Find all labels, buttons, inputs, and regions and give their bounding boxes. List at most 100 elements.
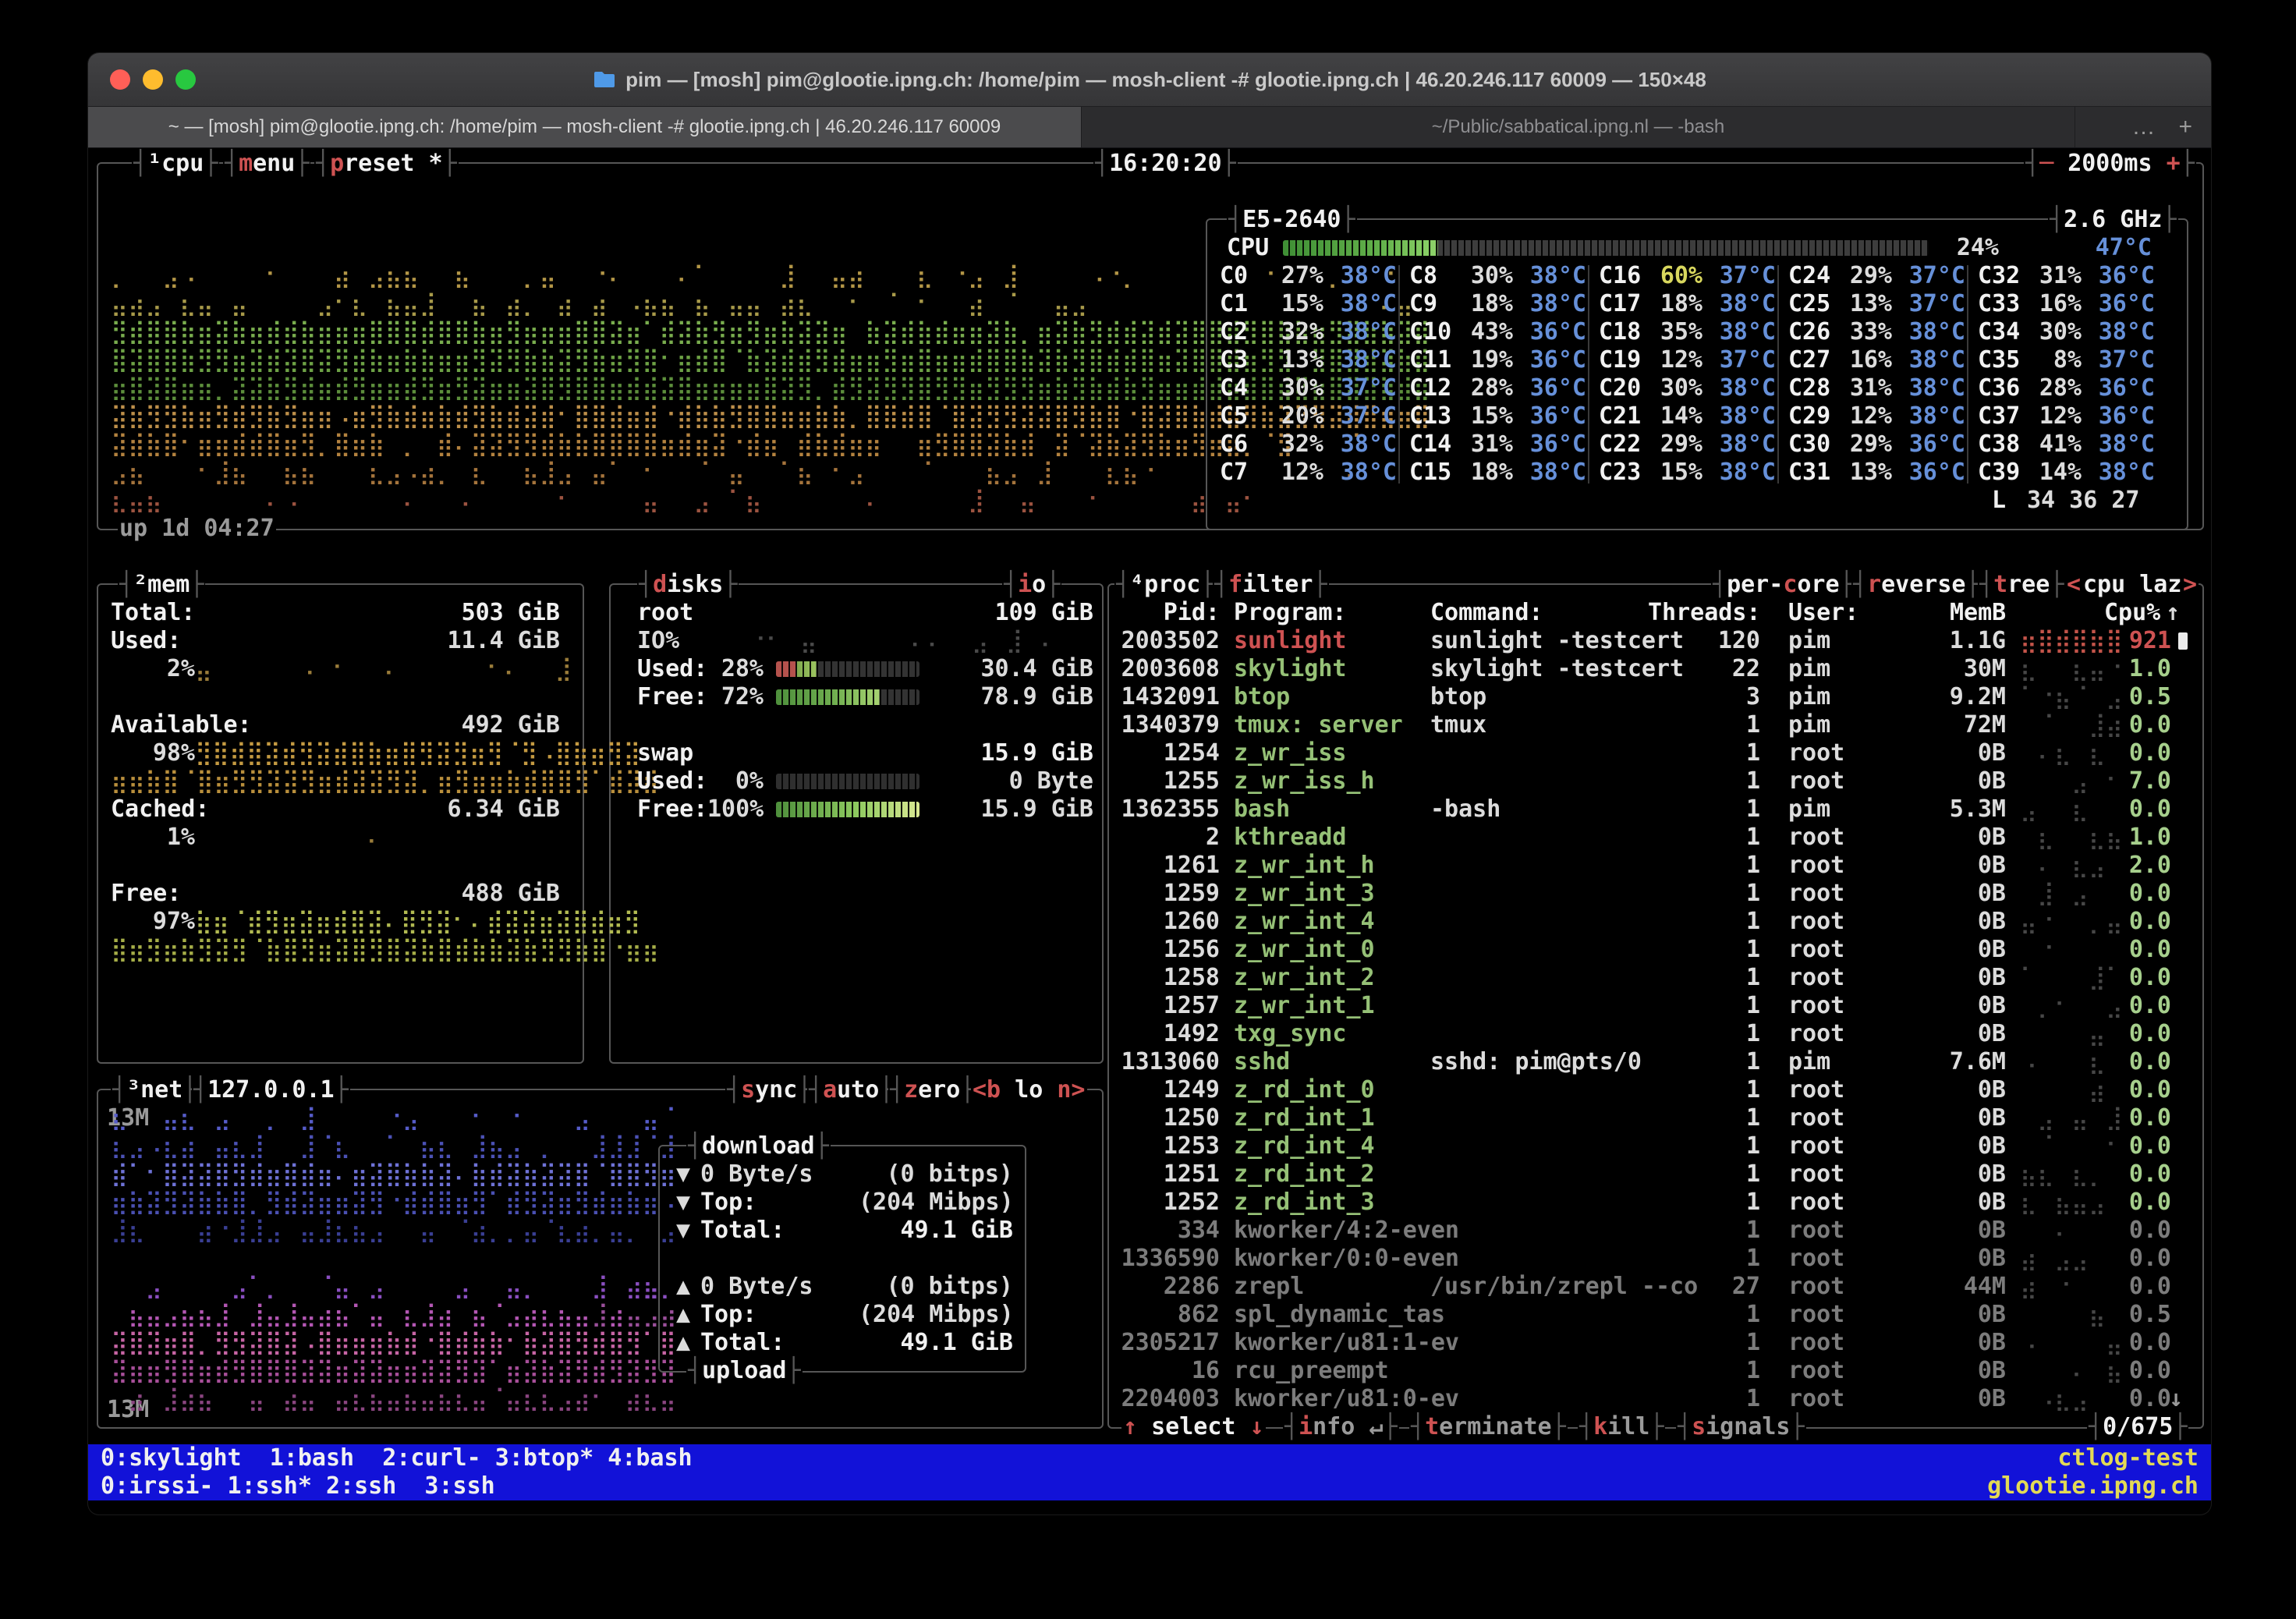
- reverse-toggle[interactable]: ┤reverse├: [1851, 571, 1982, 599]
- proc-header-program[interactable]: Program:: [1234, 599, 1347, 627]
- proc-box-title[interactable]: ┤⁴proc├: [1114, 571, 1216, 599]
- sort-prev-arrow[interactable]: <: [2065, 571, 2082, 599]
- proc-program[interactable]: z_wr_int_h: [1234, 852, 1375, 880]
- proc-pid[interactable]: 1256: [1107, 936, 1220, 964]
- tab-bash-session[interactable]: ~/Public/sabbatical.ipng.nl — -bash: [1082, 107, 2075, 147]
- proc-pid[interactable]: 1336590: [1107, 1245, 1220, 1273]
- proc-program[interactable]: tmux: server: [1234, 711, 1403, 739]
- proc-program[interactable]: bash: [1234, 795, 1290, 824]
- proc-pid[interactable]: 1251: [1107, 1160, 1220, 1189]
- proc-pid[interactable]: 16: [1107, 1357, 1220, 1385]
- proc-pid[interactable]: 2305217: [1107, 1329, 1220, 1357]
- new-tab-button[interactable]: +: [2178, 114, 2192, 140]
- proc-program[interactable]: sunlight: [1234, 627, 1347, 655]
- proc-pid[interactable]: 1340379: [1107, 711, 1220, 739]
- per-core-toggle[interactable]: ┤per-core├: [1711, 571, 1855, 599]
- net-sync-toggle[interactable]: ┤sync├: [725, 1076, 813, 1104]
- scroll-down-indicator[interactable]: ↓: [2169, 1385, 2183, 1413]
- proc-pid[interactable]: 1259: [1107, 880, 1220, 908]
- proc-program[interactable]: kworker/4:2-even: [1234, 1217, 1459, 1245]
- refresh-rate-control[interactable]: ┤─ 2000ms +├: [2024, 150, 2196, 178]
- net-auto-toggle[interactable]: ┤auto├: [807, 1076, 895, 1104]
- tree-toggle[interactable]: ┤tree├: [1978, 571, 2065, 599]
- proc-program[interactable]: skylight: [1234, 655, 1347, 683]
- preset-button[interactable]: ┤preset *├: [314, 150, 459, 178]
- proc-pid[interactable]: 1249: [1107, 1076, 1220, 1104]
- proc-program[interactable]: kthreadd: [1234, 824, 1347, 852]
- proc-pid[interactable]: 1313060: [1107, 1048, 1220, 1076]
- window-titlebar[interactable]: pim — [mosh] pim@glootie.ipng.ch: /home/…: [88, 53, 2211, 107]
- screen-window-list[interactable]: 0:irssi- 1:ssh* 2:ssh 3:ssh: [101, 1472, 495, 1500]
- proc-program[interactable]: kworker/u81:1-ev: [1234, 1329, 1459, 1357]
- proc-pid[interactable]: 1432091: [1107, 683, 1220, 711]
- minimize-button[interactable]: [143, 69, 163, 90]
- proc-program[interactable]: btop: [1234, 683, 1290, 711]
- proc-program[interactable]: txg_sync: [1234, 1020, 1347, 1048]
- proc-header-threads[interactable]: Threads:: [1648, 599, 1760, 627]
- net-interface-switch[interactable]: <b lo n>: [971, 1076, 1087, 1104]
- filter-button[interactable]: ┤filter├: [1213, 571, 1329, 599]
- proc-pid[interactable]: 2286: [1107, 1273, 1220, 1301]
- proc-header-cpu[interactable]: Cpu%: [2104, 599, 2160, 627]
- proc-pid[interactable]: 1258: [1107, 964, 1220, 992]
- proc-program[interactable]: kworker/0:0-even: [1234, 1245, 1459, 1273]
- proc-pid[interactable]: 1257: [1107, 992, 1220, 1020]
- tmux-window-list[interactable]: 0:skylight 1:bash 2:curl- 3:btop* 4:bash: [101, 1444, 693, 1472]
- io-mode-toggle[interactable]: ┤io├: [1002, 571, 1061, 599]
- disks-box-title[interactable]: ┤disks├: [637, 571, 739, 599]
- proc-program[interactable]: z_wr_int_4: [1234, 908, 1375, 936]
- proc-pid[interactable]: 1362355: [1107, 795, 1220, 824]
- proc-pid[interactable]: 1254: [1107, 739, 1220, 767]
- proc-program[interactable]: zrepl: [1234, 1273, 1304, 1301]
- proc-program[interactable]: z_wr_iss: [1234, 739, 1347, 767]
- close-button[interactable]: [110, 69, 130, 90]
- proc-pid[interactable]: 2204003: [1107, 1385, 1220, 1413]
- proc-pid[interactable]: 862: [1107, 1301, 1220, 1329]
- proc-program[interactable]: z_rd_int_1: [1234, 1104, 1375, 1132]
- sort-next-arrow[interactable]: >: [2181, 571, 2199, 599]
- cpu-box-title[interactable]: ┤¹cpu├: [132, 150, 219, 178]
- proc-program[interactable]: z_wr_int_2: [1234, 964, 1375, 992]
- proc-program[interactable]: z_rd_int_2: [1234, 1160, 1375, 1189]
- proc-program[interactable]: z_wr_int_3: [1234, 880, 1375, 908]
- proc-program[interactable]: sshd: [1234, 1048, 1290, 1076]
- signals-button[interactable]: ┤signals├: [1676, 1413, 1806, 1441]
- proc-pid[interactable]: 334: [1107, 1217, 1220, 1245]
- menu-button[interactable]: ┤menu├: [223, 150, 310, 178]
- proc-pid[interactable]: 1492: [1107, 1020, 1220, 1048]
- proc-pid[interactable]: 2: [1107, 824, 1220, 852]
- screen-status-bar[interactable]: 0:irssi- 1:ssh* 2:ssh 3:ssh glootie.ipng…: [88, 1472, 2211, 1500]
- select-nav[interactable]: ↑ select ↓: [1121, 1413, 1266, 1441]
- proc-program[interactable]: spl_dynamic_tas: [1234, 1301, 1445, 1329]
- proc-scrollbar-marker[interactable]: [2178, 632, 2188, 650]
- net-interface[interactable]: ┤127.0.0.1├: [192, 1076, 350, 1104]
- proc-pid[interactable]: 2003608: [1107, 655, 1220, 683]
- proc-program[interactable]: z_wr_iss_h: [1234, 767, 1375, 795]
- proc-header-mem[interactable]: MemB: [1950, 599, 2006, 627]
- proc-header-pid[interactable]: Pid:: [1107, 599, 1220, 627]
- tab-overflow-button[interactable]: …: [2131, 114, 2155, 140]
- proc-program[interactable]: z_rd_int_3: [1234, 1189, 1375, 1217]
- proc-pid[interactable]: 1260: [1107, 908, 1220, 936]
- tab-mosh-session[interactable]: ~ — [mosh] pim@glootie.ipng.ch: /home/pi…: [88, 107, 1082, 147]
- terminal-screen[interactable]: ┤¹cpu├┤menu├┤preset *├┤16:20:20├┤─ 2000m…: [97, 150, 2202, 1441]
- proc-header-user[interactable]: User:: [1788, 599, 1858, 627]
- mem-box-title[interactable]: ┤²mem├: [118, 571, 205, 599]
- kill-button[interactable]: ┤kill├: [1578, 1413, 1665, 1441]
- proc-pid[interactable]: 1261: [1107, 852, 1220, 880]
- proc-pid[interactable]: 1255: [1107, 767, 1220, 795]
- proc-header-command[interactable]: Command:: [1430, 599, 1543, 627]
- terminate-button[interactable]: ┤terminate├: [1409, 1413, 1568, 1441]
- proc-pid[interactable]: 1253: [1107, 1132, 1220, 1160]
- sort-column-selector[interactable]: cpu lazy: [2082, 571, 2198, 599]
- proc-program[interactable]: z_rd_int_4: [1234, 1132, 1375, 1160]
- proc-program[interactable]: rcu_preempt: [1234, 1357, 1389, 1385]
- proc-program[interactable]: z_wr_int_0: [1234, 936, 1375, 964]
- zoom-button[interactable]: [175, 69, 196, 90]
- tmux-status-bar[interactable]: 0:skylight 1:bash 2:curl- 3:btop* 4:bash…: [88, 1444, 2211, 1472]
- proc-pid[interactable]: 2003502: [1107, 627, 1220, 655]
- proc-pid[interactable]: 1250: [1107, 1104, 1220, 1132]
- proc-program[interactable]: z_rd_int_0: [1234, 1076, 1375, 1104]
- info-button[interactable]: ┤info ↵├: [1283, 1413, 1399, 1441]
- proc-program[interactable]: z_wr_int_1: [1234, 992, 1375, 1020]
